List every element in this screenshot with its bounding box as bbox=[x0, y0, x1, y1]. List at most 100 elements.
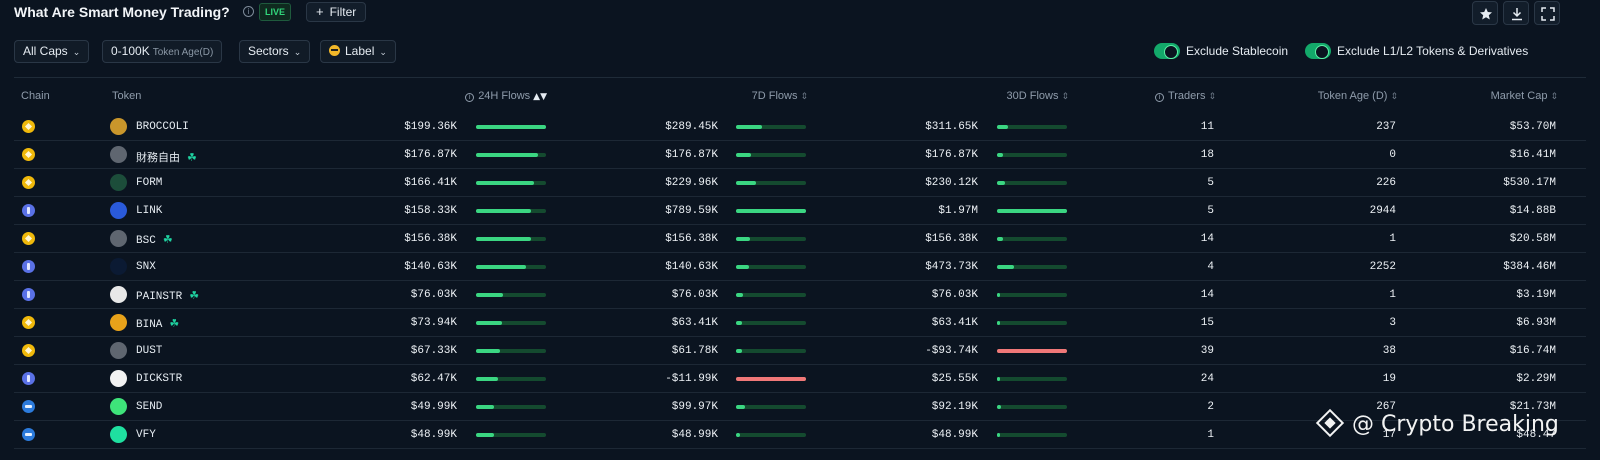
7d-flow-bar bbox=[736, 349, 806, 353]
table-row[interactable]: BSC ☘ $156.38K $156.38K $156.38K 14 1 $20.58M bbox=[14, 225, 1586, 253]
token-logo-icon bbox=[110, 174, 127, 191]
table-row[interactable]: BROCCOLI $199.36K $289.45K $311.65K 11 237 $53… bbox=[14, 113, 1586, 141]
24h-flow-value: $158.33K bbox=[404, 205, 457, 217]
7d-flow-bar-fill bbox=[736, 209, 806, 213]
token-name[interactable]: VFY bbox=[136, 429, 156, 441]
star-button[interactable] bbox=[1472, 1, 1498, 25]
sort-icon[interactable]: ⇕ bbox=[1061, 92, 1069, 102]
col-24h-flows[interactable]: i 24H Flows ▲▼ bbox=[465, 90, 547, 102]
30d-flow-value: $311.65K bbox=[925, 121, 978, 133]
new-token-sprout-icon: ☘ bbox=[187, 151, 197, 164]
7d-flow-value: $229.96K bbox=[665, 177, 718, 189]
table-row[interactable]: 財務自由 ☘ $176.87K $176.87K $176.87K 18 0 $16.41M bbox=[14, 141, 1586, 169]
traders-count: 2 bbox=[1207, 401, 1214, 413]
token-name[interactable]: BINA ☘ bbox=[136, 317, 179, 331]
table-row[interactable]: PAINSTR ☘ $76.03K $76.03K $76.03K 14 1 $3.19M bbox=[14, 281, 1586, 309]
sort-icon[interactable]: ⇕ bbox=[1208, 92, 1216, 102]
7d-flow-bar bbox=[736, 377, 806, 381]
label-dropdown[interactable]: Label ⌄ bbox=[320, 40, 396, 63]
table-row[interactable]: DICKSTR $62.47K -$11.99K $25.55K 24 19 $2.29M bbox=[14, 365, 1586, 393]
token-name[interactable]: FORM bbox=[136, 177, 162, 189]
30d-flow-bar bbox=[997, 349, 1067, 353]
30d-flow-bar-fill bbox=[997, 181, 1005, 185]
token-symbol: VFY bbox=[136, 429, 156, 441]
token-symbol: PAINSTR bbox=[136, 291, 183, 303]
7d-flow-bar-fill bbox=[736, 349, 742, 353]
7d-flow-bar bbox=[736, 153, 806, 157]
token-name[interactable]: BROCCOLI bbox=[136, 121, 189, 133]
sectors-dropdown[interactable]: Sectors ⌄ bbox=[239, 40, 311, 63]
token-name[interactable]: SEND bbox=[136, 401, 162, 413]
exclude-l1l2-toggle[interactable]: Exclude L1/L2 Tokens & Derivatives bbox=[1305, 43, 1528, 61]
col-token[interactable]: Token bbox=[112, 90, 141, 102]
sort-icon[interactable]: ⇕ bbox=[1390, 92, 1398, 102]
sort-icon[interactable]: ▲▼ bbox=[533, 92, 547, 102]
token-name[interactable]: LINK bbox=[136, 205, 162, 217]
token-age-value: 1 bbox=[1389, 289, 1396, 301]
30d-flow-value: $48.99K bbox=[931, 429, 978, 441]
col-7d-label: 7D Flows bbox=[751, 90, 798, 102]
table-row[interactable]: BINA ☘ $73.94K $63.41K $63.41K 15 3 $6.93M bbox=[14, 309, 1586, 337]
30d-flow-bar bbox=[997, 293, 1067, 297]
page-title: What Are Smart Money Trading? bbox=[14, 4, 230, 20]
token-logo-icon bbox=[110, 426, 127, 443]
token-age-value: 38 bbox=[1382, 345, 1396, 357]
col-chain[interactable]: Chain bbox=[21, 90, 50, 102]
traders-count: 39 bbox=[1200, 345, 1214, 357]
new-token-sprout-icon: ☘ bbox=[162, 233, 173, 246]
traders-count: 14 bbox=[1200, 289, 1214, 301]
token-age-filter[interactable]: 0-100K Token Age(D) bbox=[102, 40, 223, 63]
toggle-switch[interactable] bbox=[1305, 43, 1331, 59]
col-30d-flows[interactable]: 30D Flows ⇕ bbox=[1006, 90, 1069, 102]
token-name[interactable]: DUST bbox=[136, 345, 162, 357]
30d-flow-value: -$93.74K bbox=[925, 345, 978, 357]
col-market-cap[interactable]: Market Cap ⇕ bbox=[1491, 90, 1558, 102]
fullscreen-button[interactable] bbox=[1534, 1, 1560, 25]
col-token-age[interactable]: Token Age (D) ⇕ bbox=[1318, 90, 1398, 102]
30d-flow-bar-fill bbox=[997, 433, 1000, 437]
label-label: Label bbox=[345, 44, 375, 58]
filter-button[interactable]: + Filter bbox=[306, 2, 367, 22]
fullscreen-icon bbox=[1541, 7, 1555, 21]
7d-flow-bar bbox=[736, 237, 806, 241]
token-name[interactable]: BSC ☘ bbox=[136, 233, 173, 247]
col-traders[interactable]: i Traders ⇕ bbox=[1154, 90, 1216, 102]
caps-label: All Caps bbox=[23, 44, 68, 58]
sort-icon[interactable]: ⇕ bbox=[800, 92, 808, 102]
24h-flow-bar bbox=[476, 181, 546, 185]
7d-flow-bar-fill bbox=[736, 125, 762, 129]
sort-icon[interactable]: ⇕ bbox=[1550, 92, 1558, 102]
24h-flow-bar-fill bbox=[476, 433, 494, 437]
toggle-switch[interactable] bbox=[1154, 43, 1180, 59]
token-name[interactable]: SNX bbox=[136, 261, 156, 273]
exclude-stablecoin-toggle[interactable]: Exclude Stablecoin bbox=[1154, 43, 1288, 61]
7d-flow-bar-fill bbox=[736, 237, 750, 241]
market-cap-value: $6.93M bbox=[1516, 317, 1556, 329]
info-icon[interactable]: i bbox=[243, 6, 254, 17]
24h-flow-bar bbox=[476, 321, 546, 325]
30d-flow-value: $473.73K bbox=[925, 261, 978, 273]
token-name[interactable]: 財務自由 ☘ bbox=[136, 149, 197, 165]
24h-flow-bar bbox=[476, 153, 546, 157]
30d-flow-bar-fill bbox=[997, 321, 1000, 325]
table-row[interactable]: FORM $166.41K $229.96K $230.12K 5 226 $530.17M bbox=[14, 169, 1586, 197]
traders-count: 14 bbox=[1200, 233, 1214, 245]
market-cap-value: $16.74M bbox=[1509, 345, 1556, 357]
token-name[interactable]: PAINSTR ☘ bbox=[136, 289, 199, 303]
token-name[interactable]: DICKSTR bbox=[136, 373, 182, 385]
24h-flow-bar-fill bbox=[476, 125, 546, 129]
caps-dropdown[interactable]: All Caps ⌄ bbox=[14, 40, 90, 63]
token-logo-icon bbox=[110, 286, 127, 303]
7d-flow-bar-fill bbox=[736, 181, 756, 185]
col-7d-flows[interactable]: 7D Flows ⇕ bbox=[752, 90, 808, 102]
table-row[interactable]: SNX $140.63K $140.63K $473.73K 4 2252 $384.46M bbox=[14, 253, 1586, 281]
7d-flow-value: $76.03K bbox=[671, 289, 718, 301]
table-row[interactable]: DUST $67.33K $61.78K -$93.74K 39 38 $16.74M bbox=[14, 337, 1586, 365]
bsc-chain-icon bbox=[22, 120, 35, 133]
7d-flow-value: $140.63K bbox=[665, 261, 718, 273]
24h-flow-value: $48.99K bbox=[410, 429, 457, 441]
7d-flow-bar-fill bbox=[736, 433, 740, 437]
table-row[interactable]: LINK $158.33K $789.59K $1.97M 5 2944 $14.88B bbox=[14, 197, 1586, 225]
download-button[interactable] bbox=[1503, 1, 1529, 25]
7d-flow-value: $289.45K bbox=[665, 121, 718, 133]
